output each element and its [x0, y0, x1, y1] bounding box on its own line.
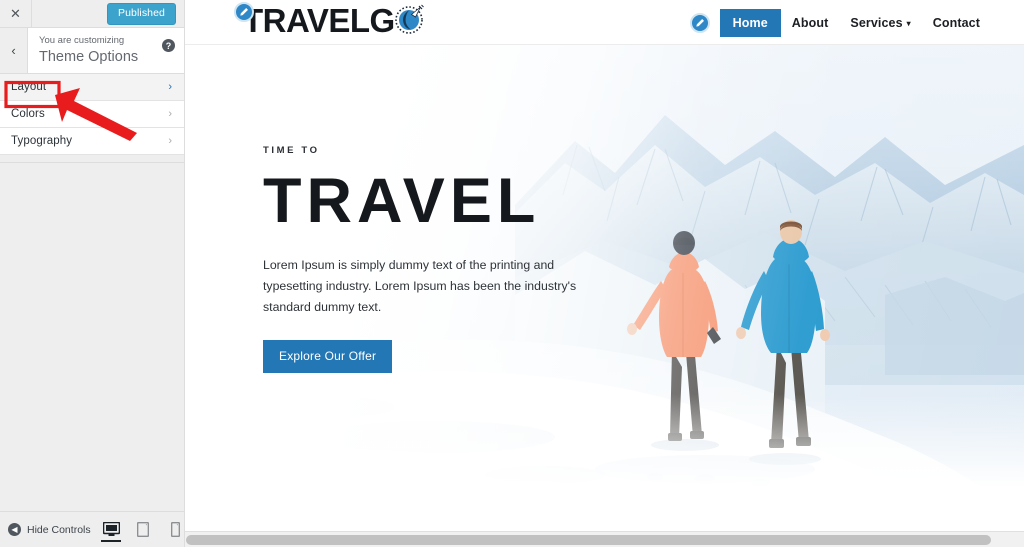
site-preview-frame[interactable]: TRAVELG Home About Services ▾ Contact TI…	[185, 0, 1024, 547]
scrollbar-thumb[interactable]	[186, 535, 991, 545]
primary-menu: Home About Services ▾ Contact	[719, 8, 991, 37]
nav-item-contact[interactable]: Contact	[922, 10, 991, 36]
site-navigation: Home About Services ▾ Contact	[689, 0, 991, 45]
nav-item-about[interactable]: About	[781, 10, 840, 36]
hero-title: TRAVEL	[263, 166, 541, 236]
hero-content: TIME TO TRAVEL Lorem Ipsum is simply dum…	[263, 145, 593, 374]
hero-eyebrow: TIME TO	[263, 145, 320, 156]
sidebar-item-label: Layout	[11, 81, 47, 93]
publish-button[interactable]: Published	[106, 3, 176, 25]
hide-controls-button[interactable]: ◀ Hide Controls	[0, 523, 98, 536]
section-list-divider	[0, 155, 184, 163]
sidebar-item-layout[interactable]: Layout ›	[0, 74, 184, 101]
close-icon[interactable]: ✕	[0, 0, 32, 27]
chevron-right-icon: ›	[168, 134, 172, 147]
customizer-footer: ◀ Hide Controls	[0, 511, 184, 547]
logo-text: TRAVELG	[243, 2, 395, 39]
panel-header: ‹ You are customizing Theme Options ?	[0, 28, 184, 74]
device-preview-switcher	[98, 517, 184, 543]
sidebar-item-typography[interactable]: Typography ›	[0, 128, 184, 155]
preview-horizontal-scrollbar[interactable]	[185, 531, 1024, 547]
tablet-preview-icon[interactable]	[134, 517, 152, 543]
panel-header-text: You are customizing Theme Options	[28, 28, 184, 73]
help-icon[interactable]: ?	[162, 39, 175, 52]
mobile-preview-icon[interactable]	[166, 517, 184, 543]
site-header: TRAVELG Home About Services ▾ Contact	[185, 0, 1024, 45]
chevron-down-icon: ▾	[906, 18, 911, 28]
panel-title: Theme Options	[39, 49, 139, 65]
sidebar-item-label: Typography	[11, 135, 73, 147]
back-chevron-icon[interactable]: ‹	[0, 28, 28, 73]
hero-section: TIME TO TRAVEL Lorem Ipsum is simply dum…	[185, 45, 1024, 524]
site-logo[interactable]: TRAVELG	[234, 1, 427, 41]
explore-our-offer-button[interactable]: Explore Our Offer	[263, 340, 393, 374]
sidebar-item-label: Colors	[11, 108, 45, 120]
hero-paragraph: Lorem Ipsum is simply dummy text of the …	[263, 258, 577, 315]
edit-pencil-icon-menu[interactable]	[689, 12, 710, 33]
customizer-topbar: ✕ Published	[0, 0, 184, 28]
chevron-right-icon: ›	[168, 80, 172, 93]
desktop-preview-icon[interactable]	[101, 517, 121, 543]
chevron-right-icon: ›	[168, 107, 172, 120]
nav-item-home[interactable]: Home	[719, 8, 781, 37]
collapse-icon: ◀	[8, 523, 21, 536]
globe-compass-icon	[393, 2, 427, 41]
nav-item-label: Services	[850, 15, 903, 30]
customizer-screen: ✕ Published ‹ You are customizing Theme …	[0, 0, 1024, 547]
section-list: Layout › Colors › Typography ›	[0, 74, 184, 155]
nav-item-services[interactable]: Services ▾	[839, 10, 921, 36]
sidebar-item-colors[interactable]: Colors ›	[0, 101, 184, 128]
customizer-sidebar: ✕ Published ‹ You are customizing Theme …	[0, 0, 185, 547]
hide-controls-label: Hide Controls	[27, 523, 91, 536]
edit-pencil-icon-logo[interactable]	[234, 2, 254, 22]
